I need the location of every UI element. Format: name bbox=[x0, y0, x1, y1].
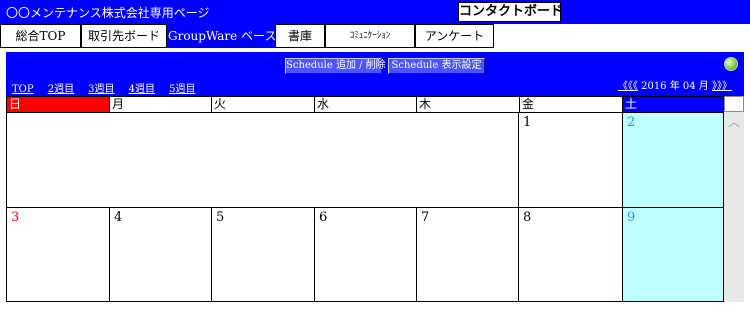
company-title: 〇〇メンテナンス株式会社専用ページ bbox=[6, 6, 210, 20]
calendar-empty-span bbox=[6, 112, 519, 208]
main-tabs: 総合TOP 取引先ボード GroupWare ベース 書庫 ｺﾐｭﾆｹｰｼｮﾝ … bbox=[0, 24, 750, 48]
calendar-scrollbar[interactable]: ︿ bbox=[724, 112, 744, 302]
tab-top[interactable]: 総合TOP bbox=[0, 24, 81, 48]
tab-groupware[interactable]: GroupWare ベース bbox=[167, 24, 276, 48]
tab-communication[interactable]: ｺﾐｭﾆｹｰｼｮﾝ bbox=[325, 24, 415, 48]
week-link-3[interactable]: 3週目 bbox=[88, 84, 114, 95]
tab-library[interactable]: 書庫 bbox=[275, 24, 325, 48]
schedule-display-settings-button[interactable]: Schedule 表示設定 bbox=[388, 58, 485, 74]
month-navigation: 《《《 2016 年 04 月 》》》 bbox=[618, 77, 732, 92]
calendar-day-cell[interactable]: 7 bbox=[416, 207, 519, 302]
scrollbar-corner bbox=[724, 96, 744, 112]
calendar-toolbar: Schedule 追加 / 削除 Schedule 表示設定 TOP 2週目 3… bbox=[6, 52, 744, 96]
weekday-tuesday: 火 bbox=[211, 96, 314, 112]
weekday-thursday: 木 bbox=[416, 96, 519, 112]
top-header-bar: 〇〇メンテナンス株式会社専用ページ コンタクトボード bbox=[0, 0, 750, 24]
week-link-4[interactable]: 4週目 bbox=[129, 84, 155, 95]
tab-partner-board[interactable]: 取引先ボード bbox=[81, 24, 167, 48]
week-link-top[interactable]: TOP bbox=[12, 84, 34, 95]
weekday-friday: 金 bbox=[519, 96, 622, 112]
calendar-day-cell[interactable]: 8 bbox=[518, 207, 623, 302]
calendar-day-cell[interactable]: 5 bbox=[211, 207, 315, 302]
calendar-day-cell[interactable]: 9 bbox=[622, 207, 724, 302]
calendar-day-cell[interactable]: 4 bbox=[109, 207, 212, 302]
weekday-monday: 月 bbox=[109, 96, 211, 112]
weekday-sunday: 日 bbox=[6, 96, 109, 112]
calendar-day-cell[interactable]: 3 bbox=[6, 207, 110, 302]
week-link-2[interactable]: 2週目 bbox=[48, 84, 74, 95]
week-link-5[interactable]: 5週目 bbox=[169, 84, 195, 95]
schedule-add-delete-button[interactable]: Schedule 追加 / 削除 bbox=[285, 58, 386, 74]
prev-month-link[interactable]: 《《《 bbox=[618, 81, 638, 92]
chevron-up-icon[interactable]: ︿ bbox=[724, 114, 744, 130]
weekday-wednesday: 水 bbox=[314, 96, 416, 112]
green-dot-icon bbox=[724, 57, 738, 71]
next-month-link[interactable]: 》》》 bbox=[712, 81, 732, 92]
current-month: 2016 年 04 月 bbox=[641, 81, 709, 92]
week-navigation: TOP 2週目 3週目 4週目 5週目 bbox=[12, 77, 204, 95]
calendar-day-cell[interactable]: 1 bbox=[518, 112, 623, 208]
tab-survey[interactable]: アンケート bbox=[415, 24, 494, 48]
calendar-day-cell[interactable]: 6 bbox=[314, 207, 417, 302]
weekday-saturday: 土 bbox=[622, 96, 724, 112]
contact-board-button[interactable]: コンタクトボード bbox=[458, 2, 563, 22]
calendar-day-cell[interactable]: 2 bbox=[622, 112, 724, 208]
